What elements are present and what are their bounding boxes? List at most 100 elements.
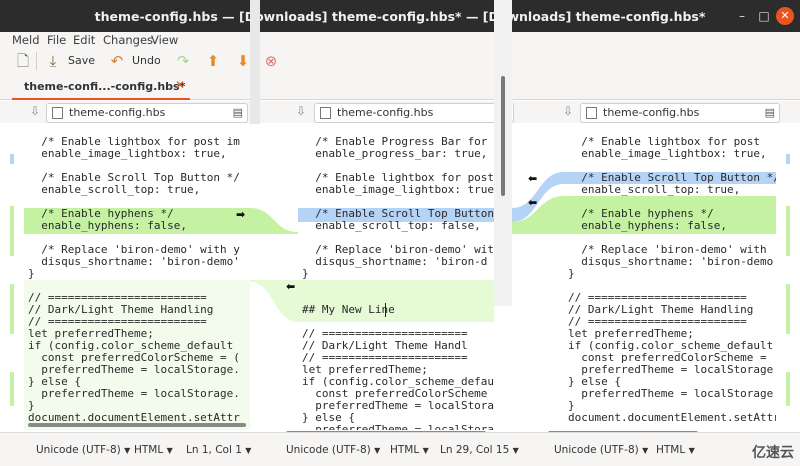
file-name-middle: theme-config.hbs bbox=[337, 106, 434, 119]
syntax-selector-middle[interactable]: HTML ▼ bbox=[390, 444, 429, 456]
chevron-down-icon: ▼ bbox=[642, 446, 649, 455]
menu-file[interactable]: File bbox=[47, 33, 66, 47]
file-selector-middle[interactable]: theme-config.hbs ▤ bbox=[314, 103, 514, 123]
code-line[interactable]: enable_scroll_top: true, bbox=[568, 184, 776, 196]
right-overview-gutter[interactable] bbox=[776, 124, 800, 430]
code-line[interactable]: preferredTheme = localStorage bbox=[568, 388, 776, 400]
code-line[interactable]: document.documentElement.setAttr bbox=[568, 412, 776, 424]
chevron-down-icon: ▼ bbox=[512, 446, 519, 455]
position-label: Ln 1, Col 1 bbox=[186, 444, 242, 456]
new-comparison-icon[interactable]: 🗋 bbox=[14, 52, 32, 70]
chevron-down-icon: ▼ bbox=[166, 446, 173, 455]
right-editor-pane[interactable]: /* Enable lightbox for post enable_image… bbox=[564, 124, 776, 430]
close-icon[interactable]: ✕ bbox=[776, 7, 794, 25]
code-line[interactable]: enable_image_lightbox: true bbox=[302, 184, 494, 196]
code-line[interactable]: enable_hyphens: false, bbox=[568, 220, 776, 232]
change-marker bbox=[10, 372, 14, 406]
link-map-left[interactable]: ➡ ⬅ bbox=[236, 124, 298, 430]
file-name-left: theme-config.hbs bbox=[69, 106, 166, 119]
code-line[interactable]: disqus_shortname: 'biron-d bbox=[302, 256, 494, 268]
code-right[interactable]: /* Enable lightbox for post enable_image… bbox=[568, 136, 776, 424]
link-map-right[interactable]: ⬅ ⬅ bbox=[512, 124, 564, 430]
middle-vertical-scrollbar[interactable] bbox=[494, 0, 512, 306]
change-marker bbox=[10, 154, 14, 164]
toolbar-separator bbox=[36, 52, 37, 70]
encoding-selector-left[interactable]: Unicode (UTF-8) ▼ bbox=[36, 444, 130, 456]
middle-editor-pane[interactable]: /* Enable Progress Bar for p enable_prog… bbox=[298, 124, 494, 430]
file-icon bbox=[320, 107, 331, 119]
maximize-icon[interactable]: □ bbox=[757, 9, 771, 23]
redo-icon[interactable]: ↷ bbox=[174, 52, 192, 70]
code-line[interactable]: enable_progress_bar: true, bbox=[302, 148, 494, 160]
code-line[interactable]: enable_hyphens: false, bbox=[28, 220, 240, 232]
chevron-down-icon: ▼ bbox=[422, 446, 429, 455]
cursor-position-middle[interactable]: Ln 29, Col 15 ▼ bbox=[440, 444, 519, 456]
cursor-position-left[interactable]: Ln 1, Col 1 ▼ bbox=[186, 444, 251, 456]
save-file-icon[interactable]: ⇩ bbox=[296, 104, 306, 118]
file-selector-right[interactable]: theme-config.hbs ▤ bbox=[580, 103, 780, 123]
undo-button[interactable]: Undo bbox=[132, 54, 161, 67]
push-left-icon[interactable]: ⬅ bbox=[286, 280, 295, 293]
code-left[interactable]: /* Enable lightbox for post im enable_im… bbox=[28, 136, 240, 424]
menu-bar: Meld File Edit Changes View bbox=[0, 32, 800, 48]
push-left-icon[interactable]: ⬅ bbox=[528, 196, 537, 209]
position-label: Ln 29, Col 15 bbox=[440, 444, 510, 456]
open-file-icon[interactable]: ▤ bbox=[233, 106, 243, 119]
chevron-down-icon: ▼ bbox=[124, 446, 131, 455]
tab-theme-config[interactable]: theme-confi...-config.hbs* ✕ bbox=[12, 74, 190, 100]
text-cursor bbox=[385, 303, 386, 317]
previous-change-icon[interactable]: ⬆ bbox=[204, 52, 222, 70]
push-left-icon[interactable]: ⬅ bbox=[528, 172, 537, 185]
code-line[interactable] bbox=[302, 280, 494, 292]
menu-edit[interactable]: Edit bbox=[73, 33, 95, 47]
link-curves-left bbox=[250, 208, 298, 322]
open-file-icon[interactable]: ▤ bbox=[765, 106, 775, 119]
code-line[interactable]: preferredTheme = localStora bbox=[302, 424, 494, 431]
undo-icon[interactable]: ↶ bbox=[108, 52, 126, 70]
encoding-selector-right[interactable]: Unicode (UTF-8) ▼ bbox=[554, 444, 648, 456]
left-overview-gutter[interactable] bbox=[0, 124, 24, 430]
menu-view[interactable]: View bbox=[151, 33, 178, 47]
save-file-icon[interactable]: ⇩ bbox=[30, 104, 40, 118]
scroll-thumb[interactable] bbox=[501, 76, 505, 196]
encoding-label: Unicode (UTF-8) bbox=[554, 444, 639, 456]
change-marker bbox=[10, 284, 14, 334]
code-line[interactable]: disqus_shortname: 'biron-demo' bbox=[28, 256, 240, 268]
tab-close-icon[interactable]: ✕ bbox=[175, 78, 185, 92]
tab-label: theme-confi...-config.hbs* bbox=[24, 80, 186, 93]
chevron-down-icon: ▼ bbox=[688, 446, 695, 455]
change-marker bbox=[786, 372, 790, 406]
file-icon bbox=[586, 107, 597, 119]
stop-icon[interactable]: ⊗ bbox=[262, 52, 280, 70]
horizontal-scrollbar[interactable] bbox=[28, 423, 246, 427]
code-line[interactable]: enable_image_lightbox: true, bbox=[568, 148, 776, 160]
code-middle[interactable]: /* Enable Progress Bar for p enable_prog… bbox=[302, 136, 494, 431]
save-button[interactable]: Save bbox=[68, 54, 95, 67]
code-line[interactable]: enable_image_lightbox: true, bbox=[28, 148, 240, 160]
chevron-down-icon: ▼ bbox=[245, 446, 252, 455]
menu-meld[interactable]: Meld bbox=[12, 33, 40, 47]
code-line[interactable]: preferredTheme = localStorage. bbox=[28, 388, 240, 400]
syntax-label: HTML bbox=[656, 444, 686, 456]
code-line[interactable]: } bbox=[568, 268, 776, 280]
code-line[interactable]: disqus_shortname: 'biron-demo bbox=[568, 256, 776, 268]
save-icon[interactable]: ⤓ bbox=[44, 52, 62, 70]
code-line[interactable]: enable_scroll_top: false, bbox=[302, 220, 494, 232]
code-line[interactable]: } bbox=[28, 268, 240, 280]
left-editor-pane[interactable]: /* Enable lightbox for post im enable_im… bbox=[24, 124, 250, 430]
code-line[interactable]: ## My New Line bbox=[302, 304, 494, 316]
menu-changes[interactable]: Changes bbox=[103, 33, 153, 47]
title-bar: theme-config.hbs — [Downloads] theme-con… bbox=[0, 0, 800, 32]
file-selector-left[interactable]: theme-config.hbs ▤ bbox=[46, 103, 248, 123]
push-right-icon[interactable]: ➡ bbox=[236, 208, 245, 221]
syntax-selector-right[interactable]: HTML ▼ bbox=[656, 444, 695, 456]
chevron-down-icon: ▼ bbox=[374, 446, 381, 455]
toolbar: 🗋 ⤓ Save ↶ Undo ↷ ⬆ ⬇ ⊗ bbox=[0, 48, 800, 74]
encoding-selector-middle[interactable]: Unicode (UTF-8) ▼ bbox=[286, 444, 380, 456]
syntax-selector-left[interactable]: HTML ▼ bbox=[134, 444, 173, 456]
save-file-icon[interactable]: ⇩ bbox=[563, 104, 573, 118]
file-name-right: theme-config.hbs bbox=[603, 106, 700, 119]
code-line[interactable]: } bbox=[302, 268, 494, 280]
code-line[interactable]: enable_scroll_top: true, bbox=[28, 184, 240, 196]
minimize-icon[interactable]: – bbox=[735, 9, 749, 23]
